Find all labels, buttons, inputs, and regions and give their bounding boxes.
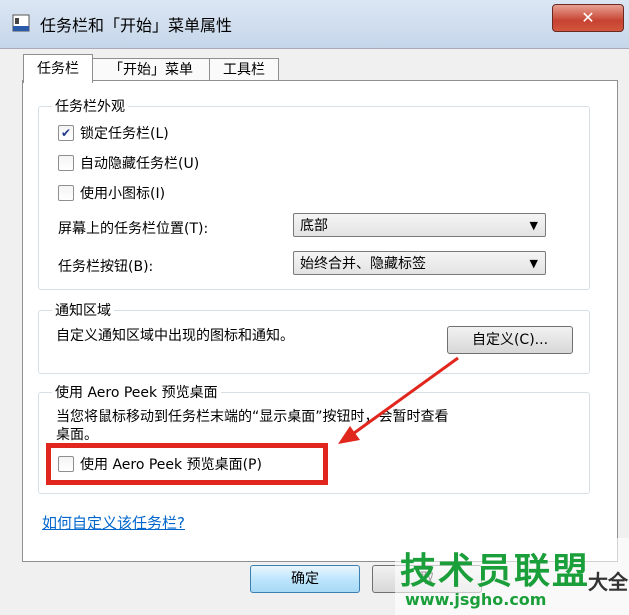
close-icon: ✕ xyxy=(581,8,595,27)
position-label: 屏幕上的任务栏位置(T): xyxy=(58,221,209,237)
checkmark-icon: ✔ xyxy=(60,126,72,140)
tab-start-menu[interactable]: 「开始」菜单 xyxy=(92,58,210,82)
autohide-label: 自动隐藏任务栏(U) xyxy=(80,156,200,172)
aero-peek-description-line2: 桌面。 xyxy=(56,427,98,443)
dropdown-arrow-icon: ▼ xyxy=(529,257,538,270)
taskbar-properties-icon xyxy=(12,14,30,32)
appearance-legend: 任务栏外观 xyxy=(52,96,128,116)
position-select[interactable]: 底部 ▼ xyxy=(293,213,546,237)
watermark-suffix: 大全 xyxy=(588,570,628,594)
aero-peek-legend: 使用 Aero Peek 预览桌面 xyxy=(52,382,221,402)
tab-toolbars[interactable]: 工具栏 xyxy=(209,58,279,82)
watermark-url: www.jsgho.com xyxy=(405,590,547,609)
annotation-arrow-icon xyxy=(338,356,459,444)
close-button[interactable]: ✕ xyxy=(552,4,624,32)
watermark-brand: 技术员联盟 xyxy=(400,551,591,592)
notification-description: 自定义通知区域中出现的图标和通知。 xyxy=(56,328,294,344)
dropdown-arrow-icon: ▼ xyxy=(529,219,538,232)
help-link[interactable]: 如何自定义该任务栏? xyxy=(42,512,185,533)
autohide-checkbox[interactable] xyxy=(58,155,74,171)
buttons-value: 始终合并、隐藏标签 xyxy=(300,256,426,272)
lock-taskbar-checkbox[interactable]: ✔ xyxy=(58,125,74,141)
lock-taskbar-label: 锁定任务栏(L) xyxy=(80,126,169,142)
tab-taskbar[interactable]: 任务栏 xyxy=(23,54,93,83)
small-icons-checkbox[interactable] xyxy=(58,185,74,201)
notification-legend: 通知区域 xyxy=(52,300,114,320)
highlight-box xyxy=(46,443,328,485)
buttons-select[interactable]: 始终合并、隐藏标签 ▼ xyxy=(293,251,546,275)
small-icons-label: 使用小图标(I) xyxy=(80,186,166,202)
ok-button[interactable]: 确定 xyxy=(250,565,360,593)
position-value: 底部 xyxy=(300,218,328,234)
buttons-label: 任务栏按钮(B): xyxy=(58,259,154,275)
window-title: 任务栏和「开始」菜单属性 xyxy=(40,16,233,35)
